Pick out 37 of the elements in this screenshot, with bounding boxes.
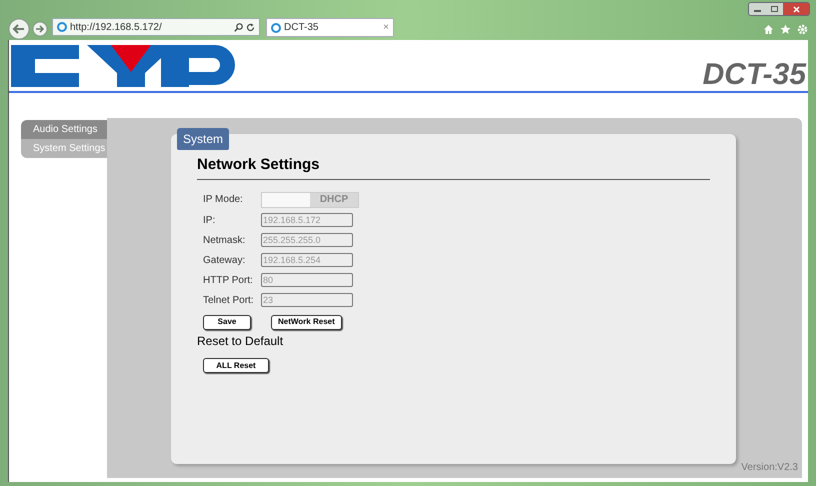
sidebar-item[interactable]: System Settings <box>21 139 107 158</box>
search-icon[interactable] <box>234 22 243 32</box>
tab-close-button[interactable]: × <box>383 20 389 35</box>
star-icon[interactable] <box>780 24 791 35</box>
maximize-icon[interactable] <box>766 3 783 15</box>
close-icon[interactable] <box>783 3 809 15</box>
address-bar[interactable]: http://192.168.5.172/ <box>52 18 260 36</box>
form-button[interactable]: NetWork Reset <box>271 314 342 330</box>
field-label: Gateway: <box>203 254 246 268</box>
version-text: Version:V2.3 <box>741 461 798 475</box>
field-label: HTTP Port: <box>203 274 254 288</box>
field-label: IP Mode: <box>203 193 244 207</box>
tab-title: DCT-35 <box>284 21 320 35</box>
reset-button[interactable]: ALL Reset <box>203 358 269 373</box>
field-label: IP: <box>203 214 216 228</box>
section-subheading: Reset to Default <box>197 332 284 350</box>
switch-label: DHCP <box>320 193 348 207</box>
settings-icon[interactable] <box>797 24 808 35</box>
refresh-icon[interactable] <box>246 22 255 32</box>
forward-icon[interactable] <box>32 21 48 37</box>
input-field[interactable]: 192.168.5.172 <box>261 213 353 227</box>
input-field[interactable]: 80 <box>261 273 353 287</box>
ip-mode-switch[interactable]: DHCP <box>261 192 359 208</box>
form-button[interactable]: Save <box>203 314 251 330</box>
input-field[interactable]: 23 <box>261 293 353 307</box>
minimize-icon[interactable] <box>749 3 766 15</box>
field-label: Netmask: <box>203 234 246 248</box>
section-tab[interactable]: System <box>177 128 230 150</box>
browser-tab[interactable]: DCT-35 × <box>266 18 394 37</box>
input-field[interactable]: 192.168.5.254 <box>261 253 353 267</box>
product-name: DCT-35 <box>702 60 806 90</box>
input-field[interactable]: 255.255.255.0 <box>261 233 353 247</box>
address-text: http://192.168.5.172/ <box>70 20 163 34</box>
back-icon[interactable] <box>8 18 30 40</box>
section-heading: Network Settings <box>197 154 710 180</box>
sidebar-item[interactable]: Audio Settings <box>21 120 107 139</box>
field-label: Telnet Port: <box>203 294 255 308</box>
